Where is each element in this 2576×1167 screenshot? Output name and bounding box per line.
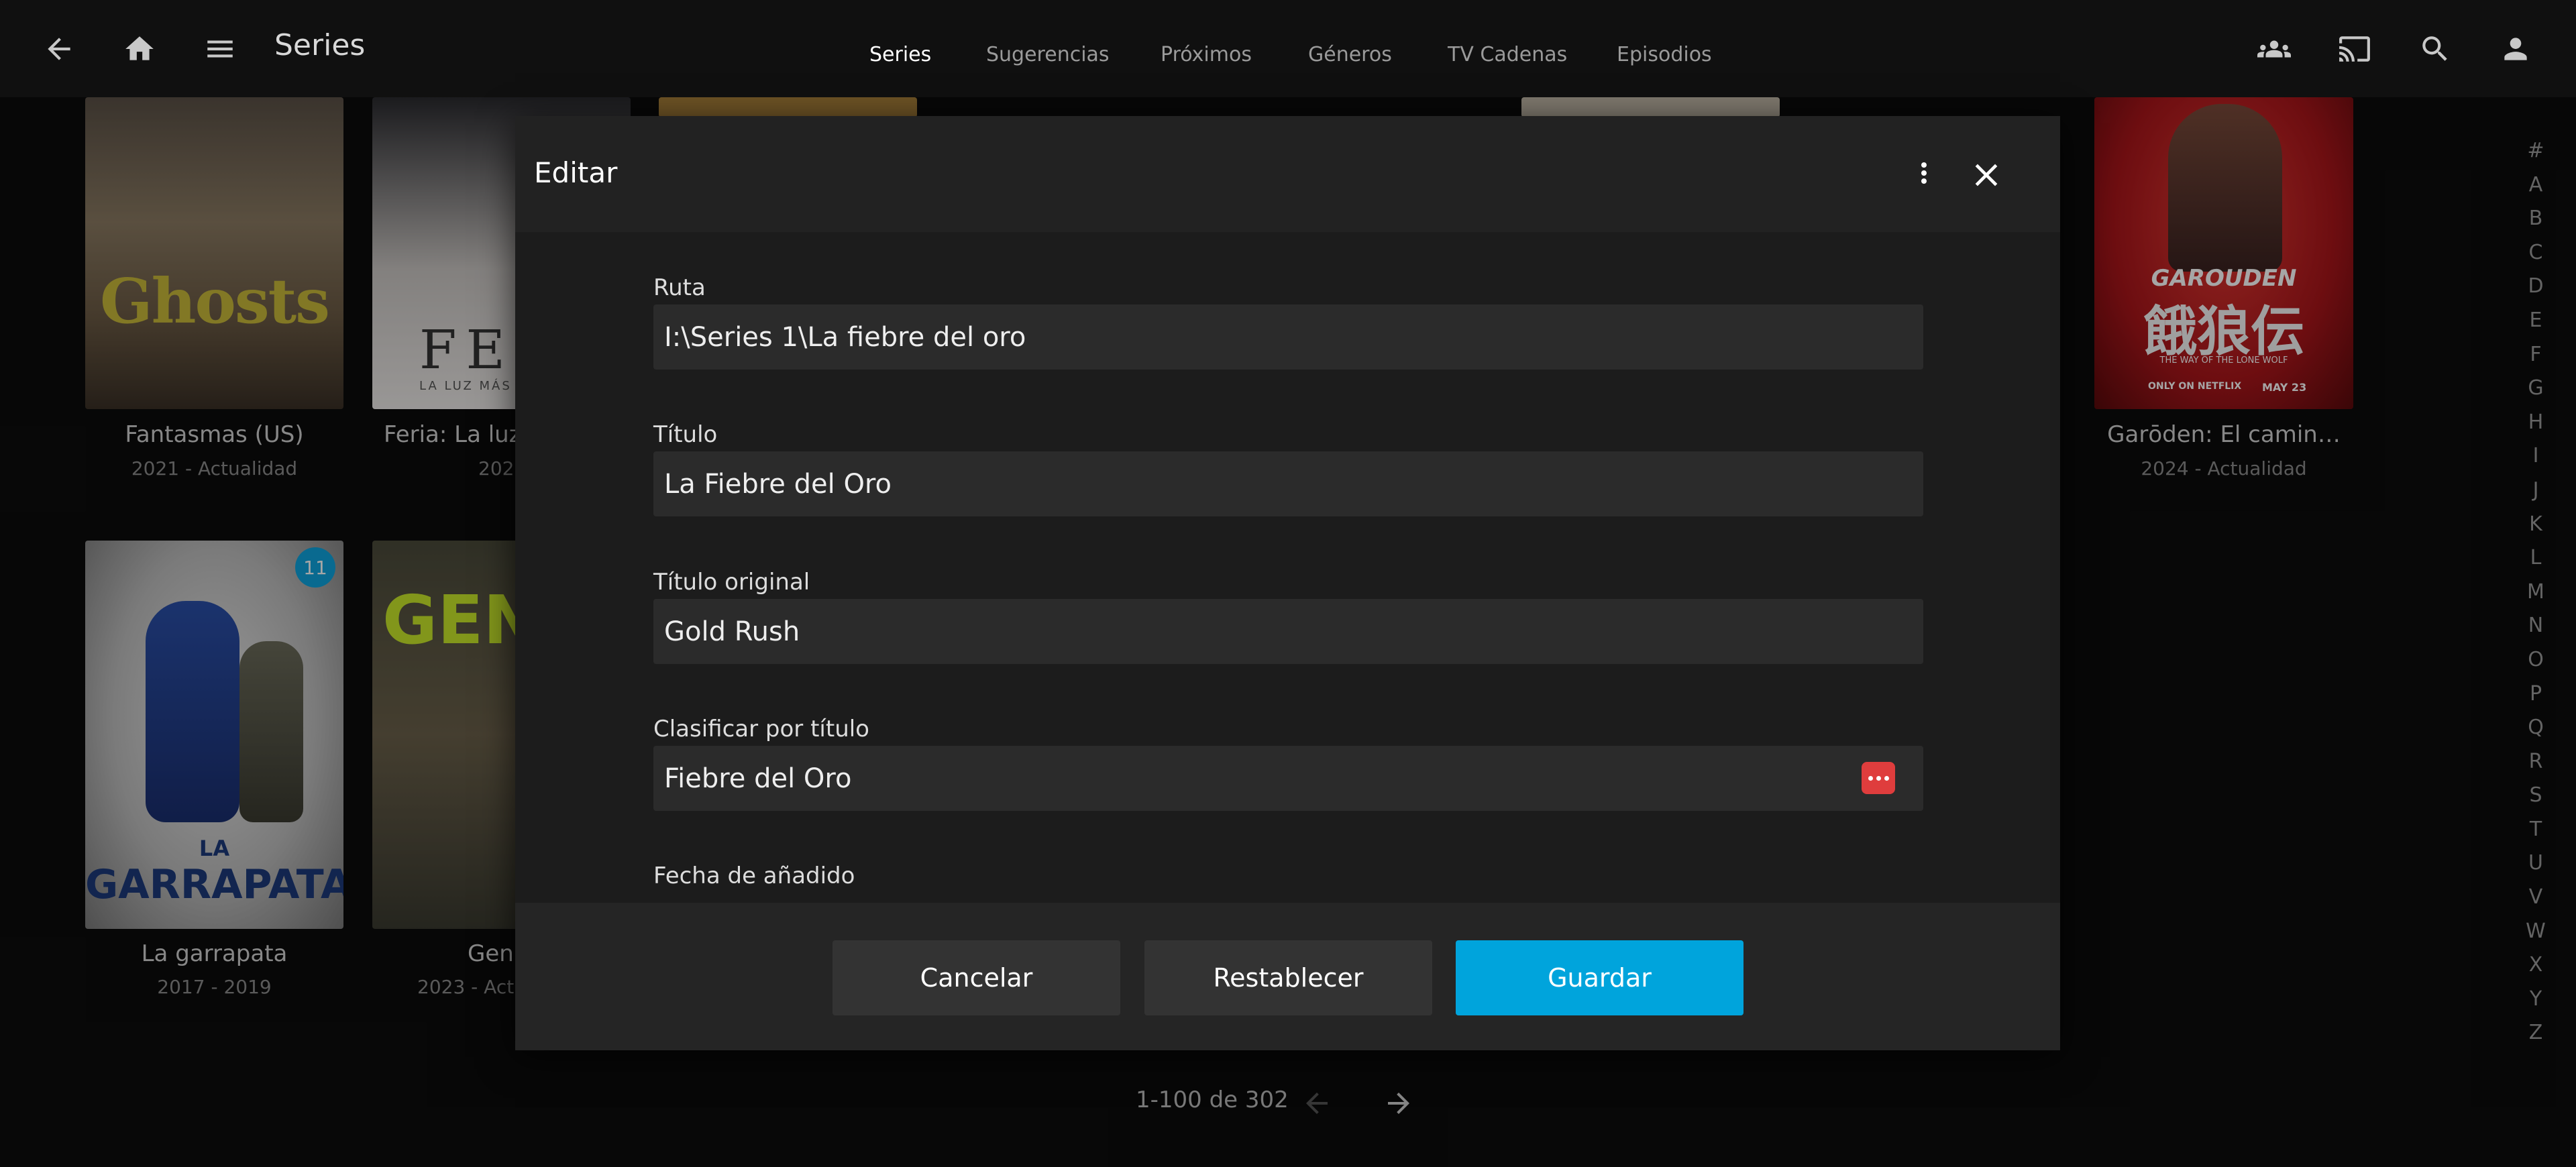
tab-tv-cadenas[interactable]: TV Cadenas: [1448, 43, 1567, 66]
dialog-form[interactable]: Ruta I:\Series 1\La fiebre del oro Títul…: [515, 232, 2060, 1018]
menu-button[interactable]: [193, 22, 247, 76]
cast-icon: [2339, 36, 2370, 62]
top-header: Series Series Sugerencias Próximos Géner…: [0, 0, 2576, 97]
tab-series[interactable]: Series: [869, 43, 931, 66]
field-label-titulo-original: Título original: [653, 569, 810, 596]
title-field[interactable]: La Fiebre del Oro: [653, 451, 1923, 516]
search-icon: [2422, 36, 2447, 61]
save-button[interactable]: Guardar: [1456, 940, 1743, 1015]
back-button[interactable]: [32, 22, 86, 76]
back-arrow-icon: [48, 38, 70, 60]
password-manager-icon[interactable]: [1862, 762, 1895, 794]
field-label-titulo: Título: [653, 421, 718, 448]
users-button[interactable]: [2247, 22, 2301, 76]
search-button[interactable]: [2408, 22, 2462, 76]
dialog-header: Editar: [515, 116, 2060, 232]
field-label-ruta: Ruta: [653, 274, 706, 301]
tab-proximos[interactable]: Próximos: [1161, 43, 1252, 66]
more-vertical-icon: [1921, 162, 1927, 184]
home-button[interactable]: [113, 22, 166, 76]
field-label-fecha: Fecha de añadido: [653, 863, 855, 889]
menu-icon: [207, 40, 233, 58]
close-button[interactable]: [1964, 153, 2008, 197]
user-icon: [2504, 38, 2527, 60]
tab-generos[interactable]: Géneros: [1308, 43, 1392, 66]
users-icon: [2257, 40, 2291, 58]
field-label-clasificar: Clasificar por título: [653, 716, 869, 742]
original-title-field[interactable]: Gold Rush: [653, 599, 1923, 664]
edit-dialog: Editar Ruta I:\Series 1\La fiebre del or…: [515, 116, 2060, 1050]
sort-title-field[interactable]: Fiebre del Oro: [653, 746, 1923, 811]
reset-button[interactable]: Restablecer: [1144, 940, 1432, 1015]
tab-sugerencias[interactable]: Sugerencias: [986, 43, 1110, 66]
page-title: Series: [274, 28, 366, 62]
cast-button[interactable]: [2328, 22, 2381, 76]
sort-title-value: Fiebre del Oro: [664, 763, 852, 794]
user-button[interactable]: [2489, 22, 2542, 76]
more-options-button[interactable]: [1904, 153, 1944, 193]
path-field[interactable]: I:\Series 1\La fiebre del oro: [653, 304, 1923, 370]
home-icon: [125, 36, 154, 60]
dialog-footer: Cancelar Restablecer Guardar: [515, 903, 2060, 1050]
cancel-button[interactable]: Cancelar: [833, 940, 1120, 1015]
tab-episodios[interactable]: Episodios: [1617, 43, 1712, 66]
close-icon: [1975, 164, 1998, 186]
dialog-title: Editar: [534, 156, 618, 189]
